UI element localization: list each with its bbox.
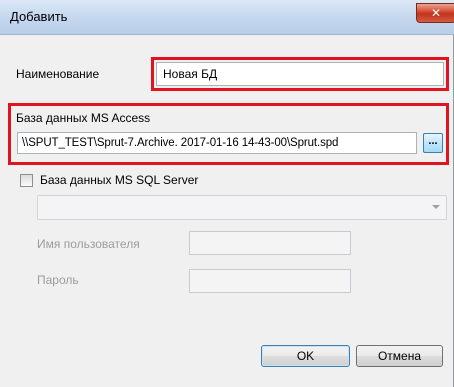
cancel-button[interactable]: Отмена [356,345,443,367]
sql-server-combo[interactable] [37,195,447,220]
close-icon: ✕ [430,6,442,20]
username-input[interactable] [189,231,351,255]
title-bar: Добавить ✕ [0,0,454,35]
sql-server-checkbox[interactable] [20,174,33,187]
sql-server-label: База данных MS SQL Server [40,173,199,187]
name-input-value: Новая БД [163,67,218,81]
window-title: Добавить [10,9,68,24]
ok-button[interactable]: OK [261,345,350,367]
close-button[interactable]: ✕ [416,3,454,23]
access-path-input[interactable]: \\SPUT_TEST\Sprut-7.Archive. 2017-01-16 … [17,132,417,154]
access-section-label: База данных MS Access [16,111,151,125]
name-label: Наименование [16,67,100,81]
name-input[interactable]: Новая БД [156,62,444,86]
username-label: Имя пользователя [37,237,140,251]
browse-button-label: ... [428,135,438,147]
ok-button-label: OK [296,349,315,363]
dialog-body: Наименование Новая БД База данных MS Acc… [8,35,449,382]
chevron-down-icon [432,205,440,209]
browse-button[interactable]: ... [423,133,443,153]
password-input[interactable] [189,269,351,293]
access-path-value: \\SPUT_TEST\Sprut-7.Archive. 2017-01-16 … [22,137,339,149]
password-label: Пароль [37,273,79,287]
cancel-button-label: Отмена [377,349,422,363]
add-database-dialog: Добавить ✕ Наименование Новая БД База да… [0,0,454,387]
